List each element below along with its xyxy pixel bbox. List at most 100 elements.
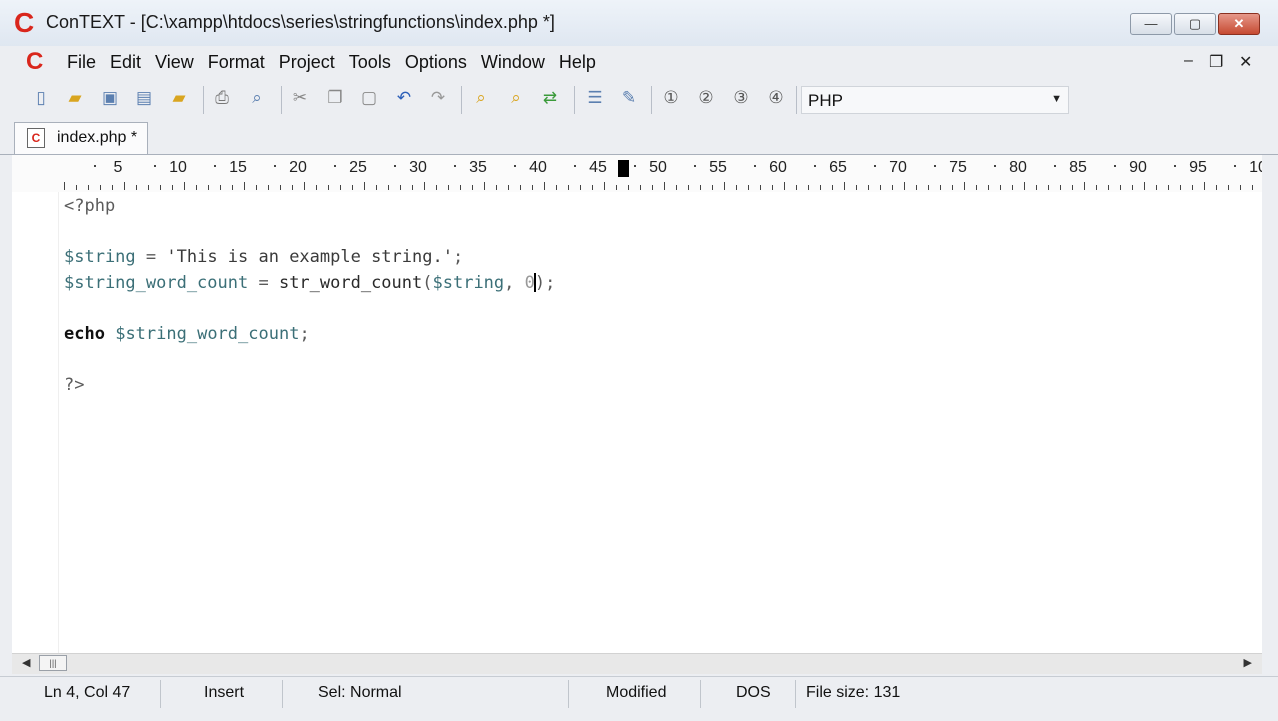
menu-view[interactable]: View (148, 52, 201, 73)
ruler-tick (556, 185, 557, 190)
menu-tools[interactable]: Tools (342, 52, 398, 73)
ruler-tick (1072, 185, 1073, 190)
menu-window[interactable]: Window (474, 52, 552, 73)
print-icon[interactable]: ⎙ (211, 87, 233, 109)
code-token: ) (534, 272, 546, 293)
menu-format[interactable]: Format (201, 52, 272, 73)
ruler-tick (112, 185, 113, 190)
ruler-tick (832, 185, 833, 190)
ruler-tick (604, 182, 605, 190)
ruler-tick (388, 185, 389, 190)
ruler-tick (400, 185, 401, 190)
open-folder-icon[interactable]: ▰ (64, 87, 86, 109)
ruler-tick (1096, 185, 1097, 190)
status-modified: Modified (606, 684, 667, 701)
mdi-minimize-button[interactable]: ‒ (1184, 52, 1193, 70)
ruler-tick (1048, 185, 1049, 190)
ruler-dot (334, 165, 336, 167)
ruler-tick (1192, 185, 1193, 190)
menu-file[interactable]: File (60, 52, 103, 73)
document-logo-icon[interactable]: C (26, 50, 43, 74)
maximize-button[interactable]: ▢ (1174, 13, 1216, 35)
ruler-tick (868, 185, 869, 190)
ruler-dot (574, 165, 576, 167)
horizontal-scrollbar[interactable]: ◀ ||| ▶ (12, 653, 1262, 674)
ruler-tick (592, 185, 593, 190)
minimize-button[interactable]: — (1130, 13, 1172, 35)
code-line: $string_word_count = str_word_count($str… (64, 273, 555, 293)
find-next-icon[interactable]: ⌕ (505, 87, 527, 109)
replace-icon[interactable]: ⇄ (539, 87, 561, 109)
ruler-dot (694, 165, 696, 167)
ruler-label: 60 (769, 159, 787, 176)
user-exec-2-icon[interactable]: ② (695, 87, 717, 109)
ruler-tick (796, 185, 797, 190)
ruler-tick (160, 185, 161, 190)
ruler-tick (616, 185, 617, 190)
ruler-tick (544, 182, 545, 190)
ruler-tick (292, 185, 293, 190)
ruler-dot (1234, 165, 1236, 167)
menu-help[interactable]: Help (552, 52, 603, 73)
ruler-tick (892, 185, 893, 190)
indent-icon[interactable]: ☰ (584, 87, 606, 109)
menu-options[interactable]: Options (398, 52, 474, 73)
code-token: , (504, 272, 525, 293)
status-separator (795, 680, 796, 708)
open-project-icon[interactable]: ▰ (168, 87, 190, 109)
status-format: DOS (736, 684, 771, 701)
ruler-tick (652, 185, 653, 190)
code-token: = (248, 272, 279, 293)
status-separator (160, 680, 161, 708)
language-select[interactable]: PHP ▼ (801, 86, 1069, 114)
save-icon[interactable]: ▣ (99, 87, 121, 109)
code-token: 'This is an example string.' (166, 247, 453, 267)
ruler-tick (484, 182, 485, 190)
code-token: ; (545, 272, 556, 293)
cut-icon[interactable]: ✂ (289, 87, 311, 109)
toolbar-separator (461, 86, 462, 114)
ruler-label: 30 (409, 159, 427, 176)
code-editor[interactable]: <?php $string = 'This is an example strin… (12, 192, 1262, 653)
ruler-label: 45 (589, 159, 607, 176)
ruler-tick (664, 182, 665, 190)
ruler-dot (874, 165, 876, 167)
ruler-tick (316, 185, 317, 190)
ruler-tick (352, 185, 353, 190)
ruler-dot (514, 165, 516, 167)
ruler-tick (1012, 185, 1013, 190)
code-token: $string_word_count (64, 272, 249, 293)
menu-edit[interactable]: Edit (103, 52, 148, 73)
ruler-tick (208, 185, 209, 190)
user-exec-1-icon[interactable]: ① (660, 87, 682, 109)
ruler-dot (154, 165, 156, 167)
tools-icon[interactable]: ✎ (618, 87, 640, 109)
new-file-icon[interactable]: ▯ (30, 87, 52, 109)
scroll-thumb[interactable]: ||| (39, 655, 67, 671)
user-exec-4-icon[interactable]: ④ (765, 87, 787, 109)
print-preview-icon[interactable]: ⌕ (246, 87, 268, 109)
ruler-dot (934, 165, 936, 167)
mdi-close-button[interactable]: ✕ (1239, 52, 1252, 72)
scroll-right-icon[interactable]: ▶ (1244, 656, 1252, 669)
copy-icon[interactable]: ❐ (324, 87, 346, 109)
tab-index-php[interactable]: C index.php * (14, 122, 148, 154)
user-exec-3-icon[interactable]: ③ (730, 87, 752, 109)
redo-icon[interactable]: ↷ (427, 87, 449, 109)
save-all-icon[interactable]: ▤ (133, 87, 155, 109)
close-button[interactable]: ✕ (1218, 13, 1260, 35)
scroll-left-icon[interactable]: ◀ (22, 656, 30, 669)
menu-project[interactable]: Project (272, 52, 342, 73)
paste-icon[interactable]: ▢ (358, 87, 380, 109)
ruler-tick (472, 185, 473, 190)
mdi-restore-button[interactable]: ❐ (1209, 52, 1223, 72)
ruler-label: 95 (1189, 159, 1207, 176)
ruler-label: 85 (1069, 159, 1087, 176)
ruler-tick (100, 185, 101, 190)
ruler-tick (580, 185, 581, 190)
undo-icon[interactable]: ↶ (393, 87, 415, 109)
find-icon[interactable]: ⌕ (470, 87, 492, 109)
ruler-dot (94, 165, 96, 167)
ruler-tick (1216, 185, 1217, 190)
